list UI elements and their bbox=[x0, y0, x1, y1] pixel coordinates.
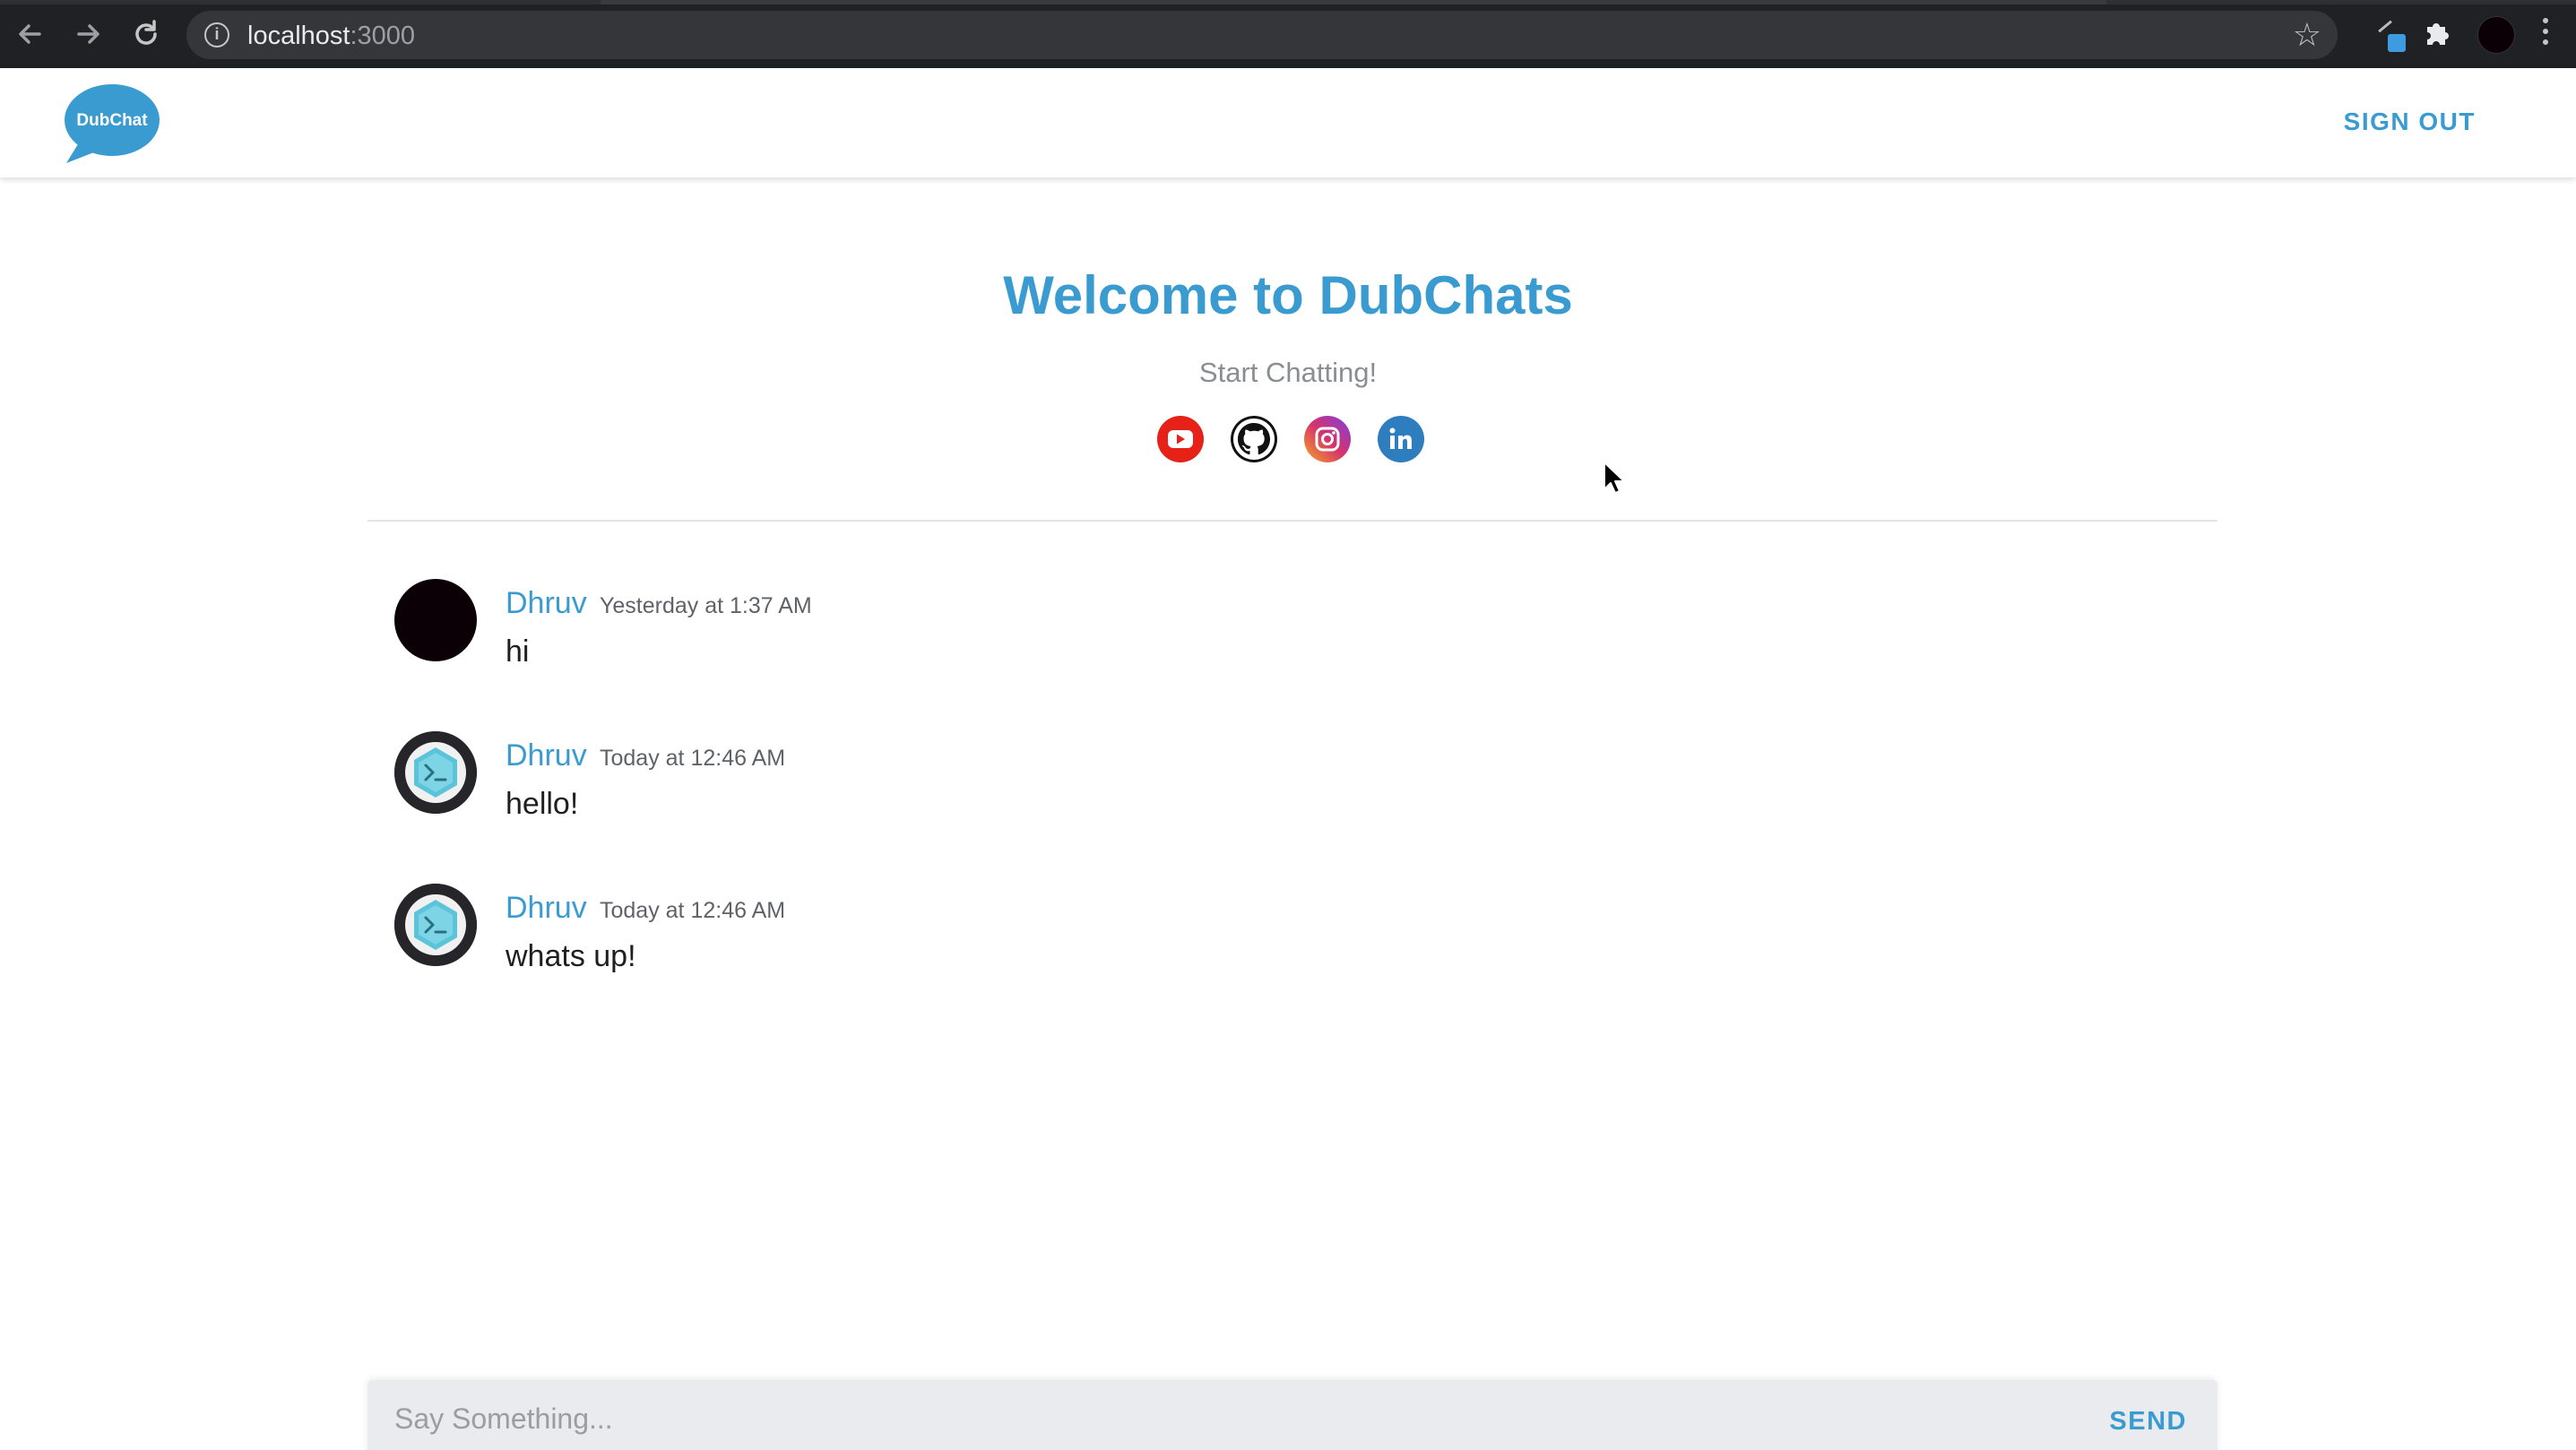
send-button[interactable]: SEND bbox=[2109, 1407, 2187, 1437]
terminal-avatar-icon bbox=[394, 731, 477, 814]
message-timestamp: Today at 12:46 AM bbox=[600, 898, 786, 923]
message-author[interactable]: Dhruv bbox=[506, 586, 587, 621]
logo-text: DubChat bbox=[76, 111, 148, 130]
user-avatar[interactable] bbox=[394, 731, 477, 814]
page-title: Welcome to DubChats bbox=[1003, 265, 1573, 325]
site-info-icon[interactable]: i bbox=[204, 22, 229, 47]
app-header: DubChat SIGN OUT bbox=[0, 68, 2576, 177]
user-avatar[interactable] bbox=[394, 884, 477, 966]
message-text: hi bbox=[506, 634, 530, 669]
user-avatar[interactable] bbox=[394, 579, 477, 661]
url-port: :3000 bbox=[350, 22, 416, 50]
message-composer: SEND bbox=[367, 1380, 2217, 1450]
youtube-icon[interactable] bbox=[1156, 415, 1205, 463]
url-text[interactable]: localhost:3000 bbox=[247, 22, 415, 51]
tab-strip bbox=[0, 0, 2576, 4]
address-bar[interactable]: i localhost:3000 ☆ bbox=[186, 11, 2338, 59]
kebab-menu-icon[interactable] bbox=[2542, 18, 2549, 50]
chat-message: Dhruv Today at 12:46 AM whats up! bbox=[394, 884, 1828, 982]
terminal-avatar-icon bbox=[394, 884, 477, 966]
url-host: localhost bbox=[247, 22, 350, 50]
dubchat-logo[interactable]: DubChat bbox=[65, 84, 161, 165]
message-text: hello! bbox=[506, 787, 579, 821]
sign-out-button[interactable]: SIGN OUT bbox=[2344, 108, 2476, 136]
reload-icon[interactable] bbox=[128, 16, 164, 52]
extension-icon[interactable] bbox=[2373, 20, 2406, 52]
browser-toolbar: i localhost:3000 ☆ bbox=[0, 0, 2576, 68]
message-text: whats up! bbox=[506, 939, 636, 973]
message-timestamp: Yesterday at 1:37 AM bbox=[600, 593, 812, 618]
message-timestamp: Today at 12:46 AM bbox=[600, 746, 786, 771]
chat-message: Dhruv Today at 12:46 AM hello! bbox=[394, 731, 1828, 830]
linkedin-icon[interactable] bbox=[1377, 415, 1425, 463]
bookmark-star-icon[interactable]: ☆ bbox=[2293, 16, 2321, 54]
github-icon[interactable] bbox=[1230, 415, 1278, 463]
message-author[interactable]: Dhruv bbox=[506, 891, 587, 926]
social-links bbox=[1156, 415, 1425, 463]
back-arrow-icon[interactable] bbox=[13, 16, 48, 52]
section-divider bbox=[367, 520, 2217, 522]
message-input[interactable] bbox=[394, 1396, 2008, 1441]
mouse-cursor-icon bbox=[1603, 461, 1628, 496]
message-author[interactable]: Dhruv bbox=[506, 738, 587, 773]
puzzle-icon[interactable] bbox=[2420, 14, 2456, 50]
forward-arrow-icon[interactable] bbox=[70, 16, 106, 52]
instagram-icon[interactable] bbox=[1303, 415, 1352, 463]
page-subtitle: Start Chatting! bbox=[1198, 357, 1378, 388]
profile-avatar[interactable] bbox=[2477, 16, 2515, 54]
chat-message: Dhruv Yesterday at 1:37 AM hi bbox=[394, 579, 1828, 678]
